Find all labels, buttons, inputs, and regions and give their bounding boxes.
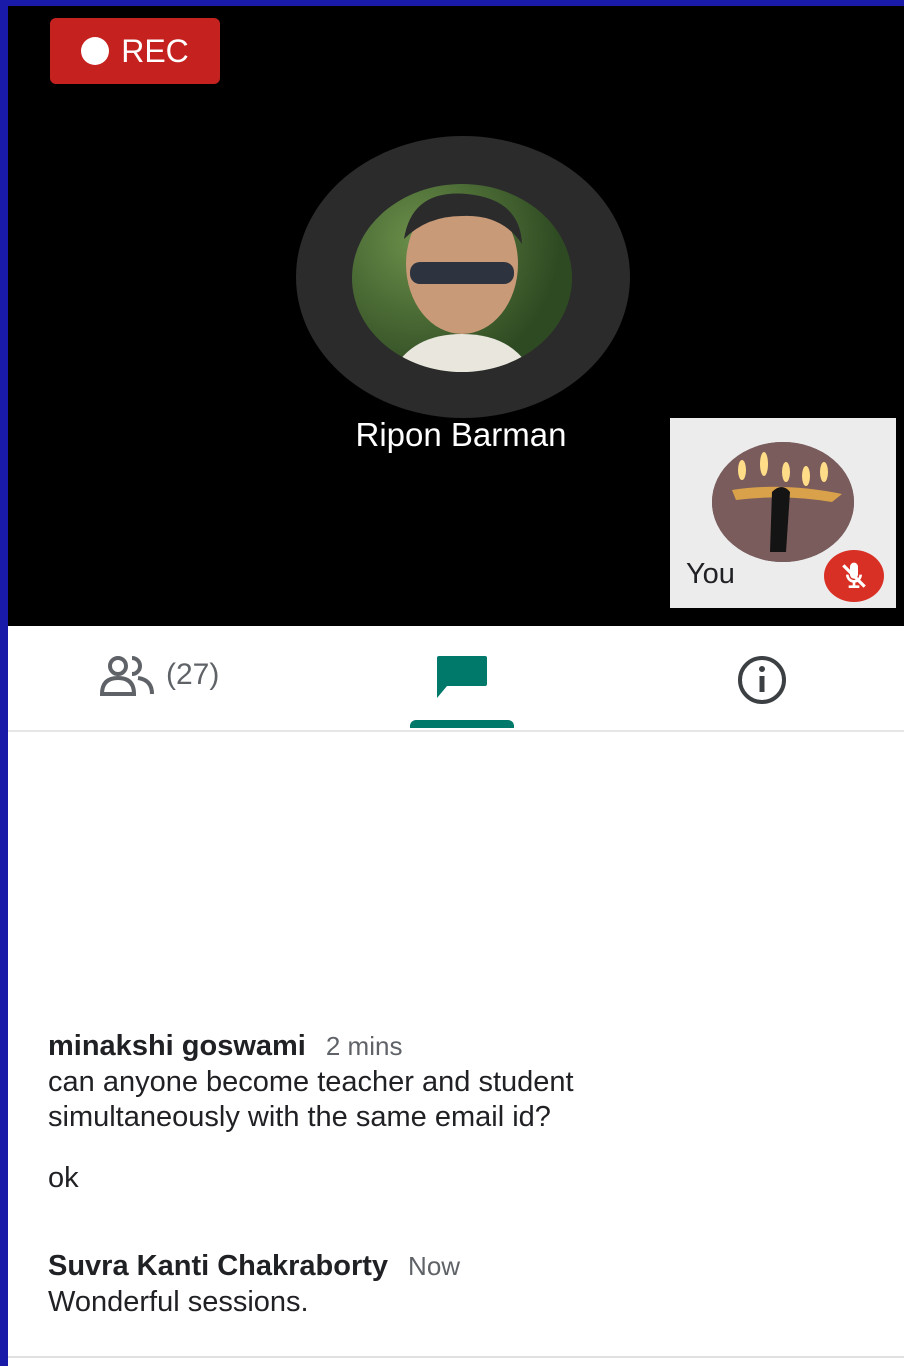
people-icon bbox=[99, 656, 154, 696]
mic-off-icon[interactable] bbox=[824, 550, 884, 602]
message-sender: Suvra Kanti Chakraborty bbox=[48, 1250, 389, 1282]
message-text: ok bbox=[48, 1162, 79, 1194]
tab-people[interactable]: (27) bbox=[98, 654, 219, 696]
participant-count: (27) bbox=[166, 658, 220, 691]
main-video-area[interactable]: REC Ripon Barman You bbox=[8, 6, 904, 626]
message-text: Wonderful sessions. bbox=[48, 1286, 309, 1318]
message-time: Now bbox=[408, 1251, 461, 1281]
self-label: You bbox=[686, 558, 735, 590]
chat-message: Suvra Kanti Chakraborty Now Wonderful ses… bbox=[48, 1250, 888, 1320]
tab-chat[interactable] bbox=[410, 650, 514, 728]
speaker-avatar bbox=[352, 184, 572, 372]
self-avatar bbox=[712, 442, 854, 562]
self-view-tile[interactable]: You bbox=[670, 418, 896, 608]
chat-messages: minakshi goswami 2 mins can anyone become… bbox=[48, 1030, 888, 1320]
info-icon bbox=[738, 656, 786, 704]
tab-bar: (27) bbox=[8, 626, 904, 732]
chat-icon bbox=[437, 656, 487, 698]
divider bbox=[8, 1356, 904, 1358]
message-time: 2 mins bbox=[325, 1031, 403, 1061]
recording-label: REC bbox=[121, 32, 189, 69]
chat-message: minakshi goswami 2 mins can anyone become… bbox=[48, 1030, 888, 1196]
tab-info[interactable] bbox=[736, 654, 788, 711]
record-dot-icon bbox=[81, 37, 110, 65]
message-text: simultaneously with the same email id? bbox=[48, 1101, 551, 1133]
recording-badge: REC bbox=[50, 18, 220, 84]
message-text: can anyone become teacher and student bbox=[48, 1066, 574, 1098]
selected-tab-indicator bbox=[410, 720, 514, 728]
message-sender: minakshi goswami bbox=[48, 1030, 306, 1062]
